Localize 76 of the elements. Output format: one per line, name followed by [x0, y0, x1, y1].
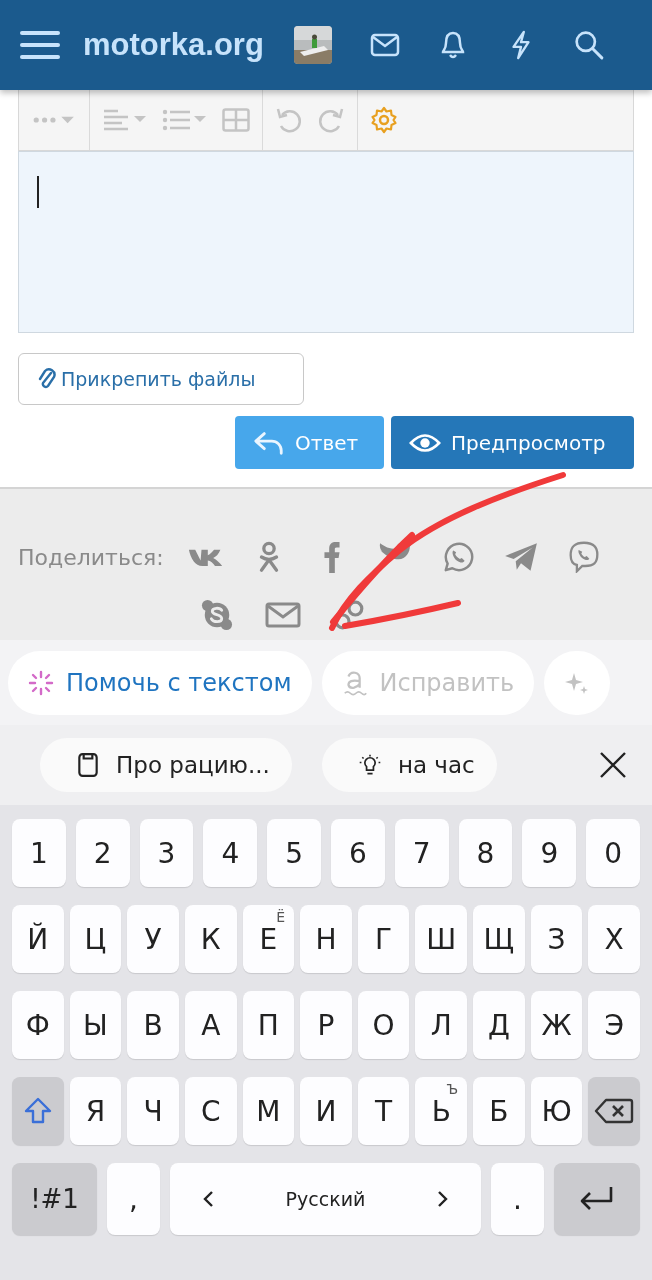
- chevron-left-icon[interactable]: [202, 1189, 214, 1209]
- key[interactable]: ,: [107, 1163, 160, 1235]
- key[interactable]: Ш: [415, 905, 468, 973]
- number-key[interactable]: 5: [267, 819, 321, 887]
- enter-key[interactable]: [554, 1163, 640, 1235]
- undo-icon[interactable]: [275, 106, 303, 134]
- key[interactable]: С: [184, 1077, 237, 1145]
- key[interactable]: Ж: [530, 991, 583, 1059]
- key[interactable]: З: [530, 905, 583, 973]
- key[interactable]: Щ: [473, 905, 525, 973]
- shift-key[interactable]: [12, 1077, 64, 1145]
- key[interactable]: М: [242, 1077, 295, 1145]
- text-cursor: [37, 176, 39, 208]
- number-key[interactable]: 3: [139, 819, 194, 887]
- key[interactable]: .: [491, 1163, 544, 1235]
- number-key[interactable]: 0: [586, 819, 640, 887]
- key[interactable]: Е Ё: [242, 905, 295, 973]
- menu-icon[interactable]: [20, 29, 60, 61]
- key[interactable]: Л: [415, 991, 468, 1059]
- chevron-right-icon[interactable]: [437, 1189, 449, 1209]
- key[interactable]: А: [184, 991, 237, 1059]
- align-icon[interactable]: [102, 108, 148, 132]
- close-icon[interactable]: [598, 750, 628, 780]
- key[interactable]: Ы: [69, 991, 122, 1059]
- key[interactable]: О: [357, 991, 410, 1059]
- key[interactable]: Й: [12, 905, 64, 973]
- search-icon[interactable]: [573, 30, 604, 60]
- language-label: Русский: [285, 1188, 366, 1210]
- key[interactable]: Э: [588, 991, 640, 1059]
- spellcheck-icon: [341, 668, 368, 697]
- attach-files-button[interactable]: Прикрепить файлы: [18, 353, 304, 405]
- clipboard-chip[interactable]: Про рацию...: [40, 738, 292, 792]
- number-key[interactable]: 2: [75, 819, 130, 887]
- key[interactable]: Г: [357, 905, 410, 973]
- key[interactable]: Ю: [530, 1077, 583, 1145]
- key-hint: Ъ: [446, 1081, 459, 1097]
- key[interactable]: В: [127, 991, 179, 1059]
- reply-icon: [253, 429, 285, 456]
- table-icon[interactable]: [222, 106, 250, 134]
- number-key[interactable]: 9: [522, 819, 577, 887]
- number-key[interactable]: 8: [458, 819, 513, 887]
- key-hint: Ё: [276, 909, 286, 925]
- key[interactable]: Д: [473, 991, 525, 1059]
- key[interactable]: К: [184, 905, 237, 973]
- backspace-icon: [594, 1096, 635, 1126]
- key[interactable]: Р: [300, 991, 352, 1059]
- key[interactable]: Б: [473, 1077, 525, 1145]
- key[interactable]: Ф: [12, 991, 64, 1059]
- redo-icon[interactable]: [317, 106, 345, 134]
- key[interactable]: Я: [69, 1077, 122, 1145]
- key[interactable]: Ц: [69, 905, 122, 973]
- space-bar[interactable]: Русский: [170, 1163, 481, 1235]
- clipboard-chip[interactable]: на час: [321, 738, 497, 792]
- sparkle-burst-icon: [28, 668, 54, 697]
- list-icon[interactable]: [162, 108, 208, 132]
- key[interactable]: Ч: [127, 1077, 179, 1145]
- key[interactable]: У: [127, 905, 179, 973]
- key[interactable]: Н: [300, 905, 352, 973]
- key[interactable]: Х: [588, 905, 640, 973]
- backspace-key[interactable]: [588, 1077, 640, 1145]
- preview-button[interactable]: Предпросмотр: [391, 416, 634, 469]
- number-key[interactable]: 7: [394, 819, 449, 887]
- number-key[interactable]: 6: [331, 819, 385, 887]
- key[interactable]: Ь Ъ: [415, 1077, 468, 1145]
- key[interactable]: И: [300, 1077, 352, 1145]
- share-label: Поделиться:: [18, 544, 164, 570]
- symbols-key[interactable]: !#1: [12, 1163, 97, 1235]
- key[interactable]: Т: [357, 1077, 410, 1145]
- number-key[interactable]: 1: [12, 819, 66, 887]
- number-key[interactable]: 4: [203, 819, 258, 887]
- site-logo[interactable]: motorka.org: [83, 27, 264, 63]
- suggestion-chip[interactable]: Помочь с текстом: [8, 650, 312, 715]
- settings-icon[interactable]: [370, 106, 398, 134]
- clipboard-icon: [76, 752, 100, 778]
- key[interactable]: П: [242, 991, 295, 1059]
- skype-icon[interactable]: [199, 599, 235, 631]
